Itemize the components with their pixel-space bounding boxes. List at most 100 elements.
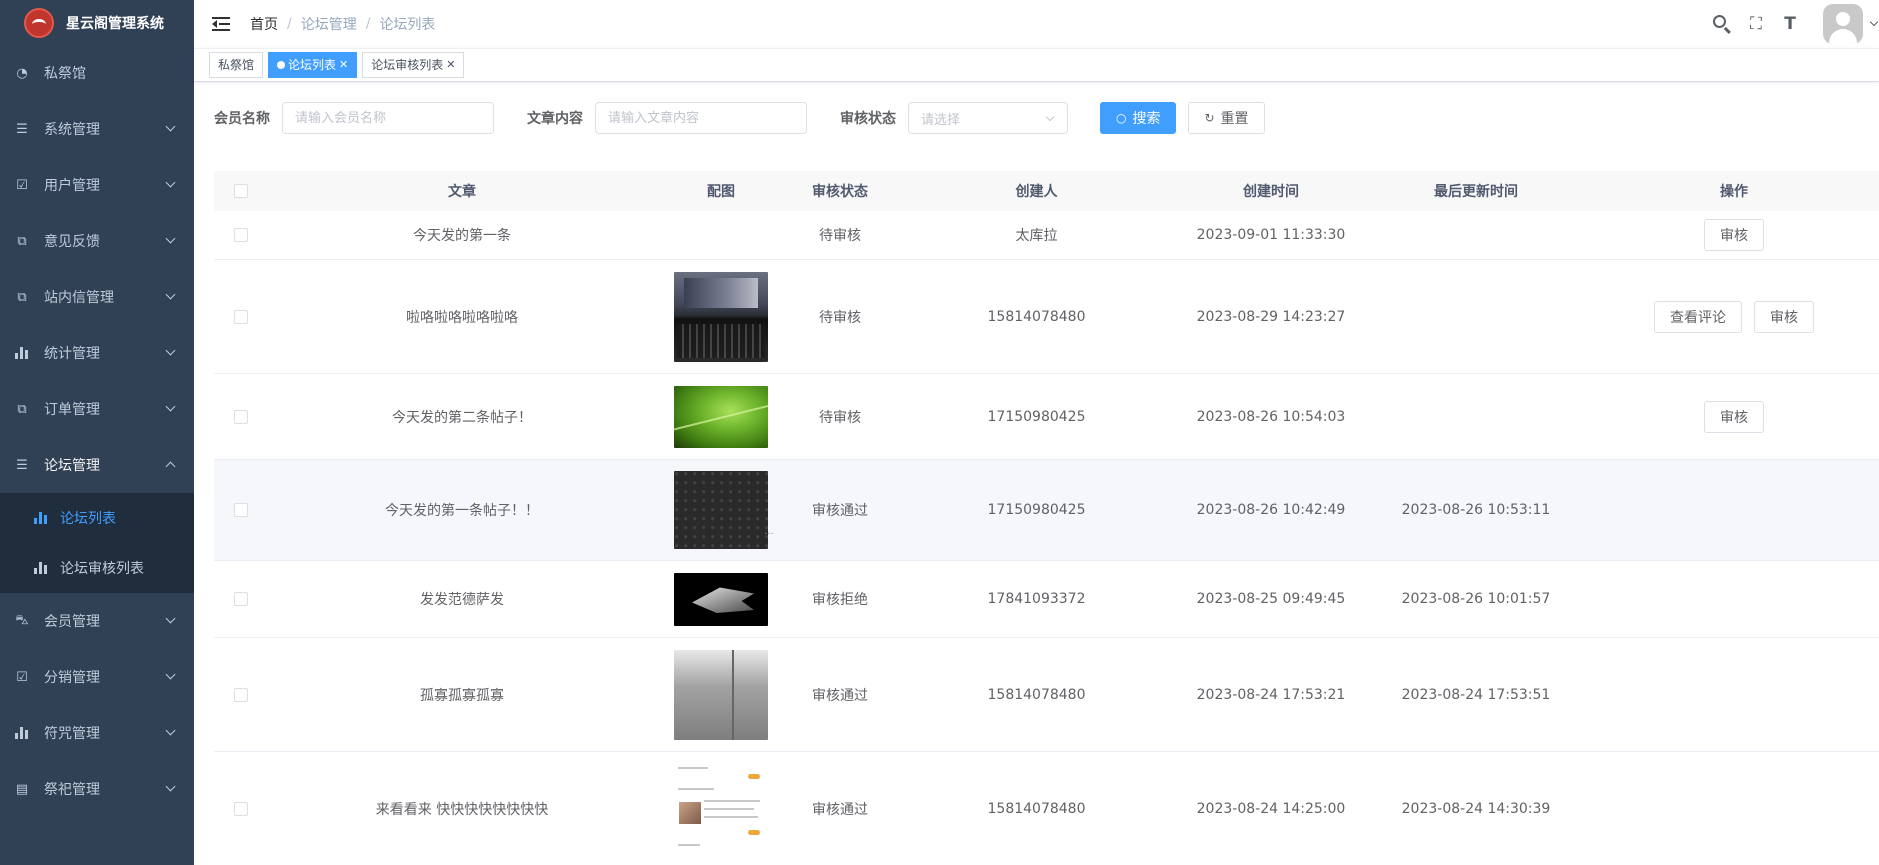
sidebar-item-users[interactable]: ☑ 用户管理 <box>0 157 194 213</box>
select-placeholder: 请选择 <box>921 112 961 128</box>
article-content-input[interactable] <box>595 102 807 134</box>
sidebar-item-label: 分销管理 <box>44 670 100 686</box>
actions-cell: 审核 <box>1589 219 1879 251</box>
sidebar-item-private-hall[interactable]: ◔ 私祭馆 <box>0 45 194 101</box>
chevron-down-icon <box>165 613 176 624</box>
table-row: 今天发的第一条帖子！！ ... 审核通过 17150980425 2023-08… <box>214 460 1879 561</box>
created-cell: 2023-08-24 14:25:00 <box>1196 801 1346 817</box>
column-header-actions: 操作 <box>1720 184 1748 200</box>
active-dot-icon <box>277 61 286 69</box>
breadcrumb-forum[interactable]: 论坛管理 <box>301 14 357 34</box>
row-checkbox[interactable] <box>234 592 248 606</box>
row-checkbox[interactable] <box>234 687 248 702</box>
sidebar-item-forum[interactable]: ☰ 论坛管理 <box>0 437 194 493</box>
search-button[interactable]: ○ 搜索 <box>1100 102 1177 134</box>
breadcrumb-separator: / <box>365 16 371 32</box>
reset-button[interactable]: ↻ 重置 <box>1188 102 1265 134</box>
member-name-input[interactable] <box>282 102 494 134</box>
image-cell <box>656 271 786 362</box>
column-header-creator: 创建人 <box>1015 184 1058 200</box>
close-icon[interactable]: ✕ <box>339 53 348 77</box>
post-image[interactable] <box>674 649 768 740</box>
review-button[interactable]: 审核 <box>1704 400 1764 433</box>
select-all-checkbox[interactable] <box>234 184 248 198</box>
logo-icon <box>24 7 54 38</box>
row-checkbox[interactable] <box>234 409 248 424</box>
puzzle-icon: ⧉ <box>17 401 27 417</box>
sidebar-item-messages[interactable]: ⧉ 站内信管理 <box>0 269 194 325</box>
sidebar-item-members[interactable]: ⛍ 会员管理 <box>0 593 194 649</box>
sidebar-item-feedback[interactable]: ⧉ 意见反馈 <box>0 213 194 269</box>
sidebar-item-label: 系统管理 <box>44 122 100 138</box>
tags-view: 私祭馆 论坛列表 ✕ 论坛审核列表 ✕ <box>194 48 1879 82</box>
font-size-icon[interactable]: T <box>1779 13 1801 35</box>
checkbox-icon: ☑ <box>16 177 28 193</box>
sidebar-item-talisman[interactable]: 符咒管理 <box>0 705 194 761</box>
sidebar-item-label: 论坛审核列表 <box>60 561 144 577</box>
close-icon[interactable]: ✕ <box>446 53 455 77</box>
sidebar-item-forum-list[interactable]: 论坛列表 <box>0 493 194 543</box>
row-checkbox[interactable] <box>234 802 248 816</box>
puzzle-icon: ⧉ <box>17 233 27 249</box>
view-comments-button[interactable]: 查看评论 <box>1654 300 1742 333</box>
breadcrumb-home[interactable]: 首页 <box>250 14 278 34</box>
sidebar-item-statistics[interactable]: 统计管理 <box>0 325 194 381</box>
filter-form: 会员名称 文章内容 审核状态 请选择 ○ 搜索 ↻ 重置 <box>214 102 1265 134</box>
tag-forum-review[interactable]: 论坛审核列表 ✕ <box>362 52 465 78</box>
chevron-down-icon <box>165 725 176 736</box>
chevron-down-icon <box>165 401 176 412</box>
post-image[interactable] <box>674 471 768 549</box>
logo[interactable]: 星云阁管理系统 <box>0 0 194 45</box>
review-button[interactable]: 审核 <box>1704 219 1764 251</box>
search-icon: ○ <box>1116 111 1127 125</box>
image-cell <box>656 572 786 626</box>
caret-down-icon[interactable] <box>1869 17 1879 27</box>
search-icon[interactable] <box>1711 13 1733 35</box>
table-row: 啦咯啦咯啦咯啦咯 待审核 15814078480 2023-08-29 14:2… <box>214 260 1879 374</box>
chart-icon <box>14 725 30 741</box>
updated-cell: 2023-08-26 10:01:57 <box>1401 591 1551 607</box>
sidebar-item-distribution[interactable]: ☑ 分销管理 <box>0 649 194 705</box>
created-cell: 2023-08-26 10:54:03 <box>1196 408 1346 425</box>
post-image[interactable] <box>674 764 768 854</box>
hamburger-icon[interactable] <box>212 17 230 31</box>
post-image[interactable] <box>674 385 768 448</box>
row-checkbox[interactable] <box>234 309 248 324</box>
chevron-down-icon <box>1045 112 1055 122</box>
review-status-select[interactable]: 请选择 <box>908 102 1068 134</box>
server-icon: ▤ <box>15 781 29 797</box>
status-cell: 待审核 <box>819 309 861 326</box>
row-checkbox[interactable] <box>234 503 248 517</box>
chevron-down-icon <box>165 669 176 680</box>
image-cell <box>656 385 786 448</box>
image-cell <box>656 649 786 740</box>
post-image[interactable] <box>674 572 768 626</box>
avatar[interactable] <box>1823 4 1863 44</box>
created-cell: 2023-08-24 17:53:21 <box>1196 686 1346 703</box>
right-menu: ⛶ T <box>1711 0 1879 48</box>
review-status-label: 审核状态 <box>840 111 896 127</box>
sidebar-item-sacrifice[interactable]: ▤ 祭祀管理 <box>0 761 194 817</box>
sidebar-item-label: 论坛列表 <box>60 511 116 527</box>
dashboard-icon: ◔ <box>16 65 28 81</box>
review-button[interactable]: 审核 <box>1754 300 1814 333</box>
row-checkbox[interactable] <box>234 228 248 242</box>
post-image[interactable] <box>674 271 768 362</box>
sidebar-item-label: 意见反馈 <box>44 234 100 250</box>
sidebar-item-system[interactable]: ☰ 系统管理 <box>0 101 194 157</box>
tree-icon: ☰ <box>16 457 28 473</box>
sidebar: 星云阁管理系统 ◔ 私祭馆 ☰ 系统管理 ☑ 用户管理 ⧉ 意见反馈 ⧉ 站内信… <box>0 0 194 865</box>
sidebar-item-label: 站内信管理 <box>44 290 114 306</box>
sidebar-item-forum-review[interactable]: 论坛审核列表 <box>0 543 194 593</box>
tag-forum-list[interactable]: 论坛列表 ✕ <box>268 52 358 78</box>
sidebar-item-orders[interactable]: ⧉ 订单管理 <box>0 381 194 437</box>
article-content-label: 文章内容 <box>527 111 583 127</box>
fullscreen-icon[interactable]: ⛶ <box>1745 13 1767 35</box>
status-cell: 审核拒绝 <box>812 592 868 608</box>
chart-icon <box>14 345 30 361</box>
row-checkbox-cell <box>214 503 268 517</box>
updated-cell: 2023-08-24 17:53:51 <box>1401 686 1551 703</box>
table-row: 来看看来 快快快快快快快快 审核通过 15814078480 2023-08-2… <box>214 752 1879 865</box>
breadcrumb-current: 论坛列表 <box>379 17 436 33</box>
tag-private-hall[interactable]: 私祭馆 <box>209 52 264 78</box>
